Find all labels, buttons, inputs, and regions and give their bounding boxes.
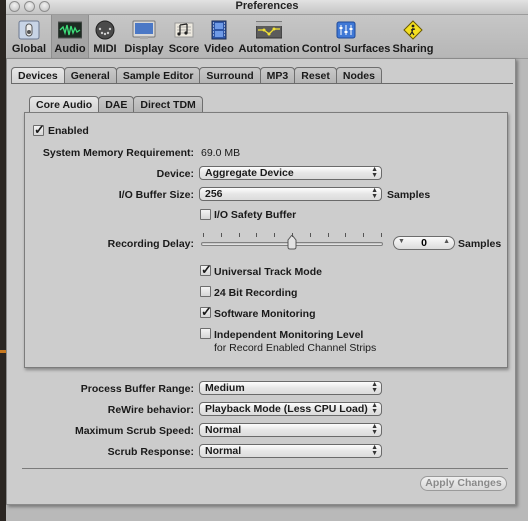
io-safety-buffer-label: I/O Safety Buffer <box>214 209 297 221</box>
recording-delay-unit: Samples <box>458 238 502 250</box>
process-buffer-range-popup[interactable]: Medium ▲ ▼ <box>199 381 382 395</box>
device-popup[interactable]: Aggregate Device ▲ ▼ <box>199 166 382 180</box>
toolbar-item-global[interactable]: Global <box>10 15 48 58</box>
toolbar-item-midi[interactable]: MIDI <box>90 15 120 58</box>
process-buffer-range-value: Medium <box>205 382 245 394</box>
subtab-direct-tdm[interactable]: Direct TDM <box>133 96 203 112</box>
independent-monitoring-sublabel: for Record Enabled Channel Strips <box>214 342 377 354</box>
tab-surround[interactable]: Surround <box>199 67 261 83</box>
independent-monitoring-label: Independent Monitoring Level <box>214 329 364 341</box>
slider-tick <box>363 233 365 237</box>
toolbar-item-score[interactable]: Score <box>168 15 200 58</box>
io-buffer-size-popup[interactable]: 256 ▲ ▼ <box>199 187 382 201</box>
slider-tick <box>238 233 240 237</box>
popup-arrows-icon: ▲ ▼ <box>371 444 378 457</box>
toolbar-item-control-surfaces[interactable]: Control Surfaces <box>302 15 390 58</box>
scrub-response-value: Normal <box>205 445 242 457</box>
slider-tick <box>309 233 311 237</box>
toolbar-item-audio[interactable]: Audio <box>51 15 89 58</box>
24-bit-recording-checkbox[interactable] <box>200 286 211 297</box>
device-subtabs: Core Audio DAE Direct TDM <box>29 96 203 113</box>
rewire-behavior-label: ReWire behavior: <box>107 404 194 416</box>
enabled-checkbox[interactable] <box>33 122 45 138</box>
rewire-behavior-popup[interactable]: Playback Mode (Less CPU Load) ▲ ▼ <box>199 402 382 416</box>
universal-track-mode-label: Universal Track Mode <box>214 266 322 278</box>
io-buffer-size-value: 256 <box>205 188 223 200</box>
memory-requirement-value: 69.0 MB <box>201 147 241 159</box>
tab-devices[interactable]: Devices <box>11 67 65 83</box>
score-notes-icon <box>171 19 197 41</box>
midi-connector-icon <box>92 19 118 41</box>
software-monitoring-checkbox[interactable] <box>200 304 212 320</box>
popup-arrows-icon: ▲ ▼ <box>371 381 378 394</box>
window-title: Preferences <box>235 0 299 12</box>
slider-tick <box>274 233 276 237</box>
control-surfaces-faders-icon <box>333 19 359 41</box>
subtab-dae[interactable]: DAE <box>98 96 135 112</box>
toolbar: Global Audio MIDI Display Score Video Au… <box>6 15 528 59</box>
sharing-sign-icon <box>400 19 426 41</box>
recording-delay-stepper[interactable]: ▼ 0 ▲ <box>393 236 455 250</box>
io-safety-buffer-checkbox[interactable] <box>200 209 211 220</box>
slider-tick <box>220 233 222 237</box>
toolbar-item-display[interactable]: Display <box>124 15 164 58</box>
main-tabs: Devices General Sample Editor Surround M… <box>11 67 382 84</box>
enabled-label: Enabled <box>48 125 89 137</box>
tab-general[interactable]: General <box>63 67 117 83</box>
tab-sample-editor[interactable]: Sample Editor <box>115 67 201 83</box>
popup-arrows-icon: ▲ ▼ <box>371 423 378 436</box>
increment-arrow-icon[interactable]: ▲ <box>443 238 450 245</box>
slider-tick <box>327 233 329 237</box>
io-buffer-size-label: I/O Buffer Size: <box>118 189 194 201</box>
toolbar-item-sharing[interactable]: Sharing <box>392 15 434 58</box>
max-scrub-speed-popup[interactable]: Normal ▲ ▼ <box>199 423 382 437</box>
max-scrub-speed-label: Maximum Scrub Speed: <box>74 425 194 437</box>
process-buffer-range-label: Process Buffer Range: <box>80 383 194 395</box>
device-label: Device: <box>156 168 194 180</box>
display-monitor-icon <box>131 19 157 41</box>
slider-tick <box>256 233 258 237</box>
tab-mp3[interactable]: MP3 <box>259 67 296 83</box>
tab-divider <box>11 83 513 84</box>
automation-curve-icon <box>256 19 282 41</box>
popup-arrows-icon: ▲ ▼ <box>371 187 378 200</box>
video-film-icon <box>206 19 232 41</box>
apply-changes-button[interactable]: Apply Changes <box>420 476 507 491</box>
software-monitoring-label: Software Monitoring <box>214 308 316 320</box>
independent-monitoring-checkbox[interactable] <box>200 328 211 339</box>
toolbar-item-automation[interactable]: Automation <box>238 15 300 58</box>
recording-delay-label: Recording Delay: <box>107 238 194 250</box>
toolbar-item-video[interactable]: Video <box>204 15 234 58</box>
slider-tick <box>292 233 293 237</box>
scrub-response-label: Scrub Response: <box>107 446 194 458</box>
separator <box>22 468 508 469</box>
popup-arrows-icon: ▲ ▼ <box>371 402 378 415</box>
memory-requirement-label: System Memory Requirement: <box>42 147 194 159</box>
slider-thumb[interactable] <box>287 234 297 250</box>
io-buffer-unit: Samples <box>387 189 431 201</box>
rewire-behavior-value: Playback Mode (Less CPU Load) <box>205 403 368 415</box>
title-bar: Preferences <box>6 0 528 15</box>
slider-tick <box>345 233 347 237</box>
popup-arrows-icon: ▲ ▼ <box>371 166 378 179</box>
slider-tick <box>203 233 204 237</box>
audio-waveform-icon <box>57 19 83 41</box>
tab-nodes[interactable]: Nodes <box>335 67 382 83</box>
device-value: Aggregate Device <box>205 167 294 179</box>
universal-track-mode-checkbox[interactable] <box>200 262 212 278</box>
tab-reset[interactable]: Reset <box>294 67 337 83</box>
24-bit-recording-label: 24 Bit Recording <box>214 287 298 299</box>
slider-tick <box>381 233 382 237</box>
subtab-core-audio[interactable]: Core Audio <box>29 96 100 112</box>
max-scrub-speed-value: Normal <box>205 424 242 436</box>
scrub-response-popup[interactable]: Normal ▲ ▼ <box>199 444 382 458</box>
global-switch-icon <box>16 19 42 41</box>
